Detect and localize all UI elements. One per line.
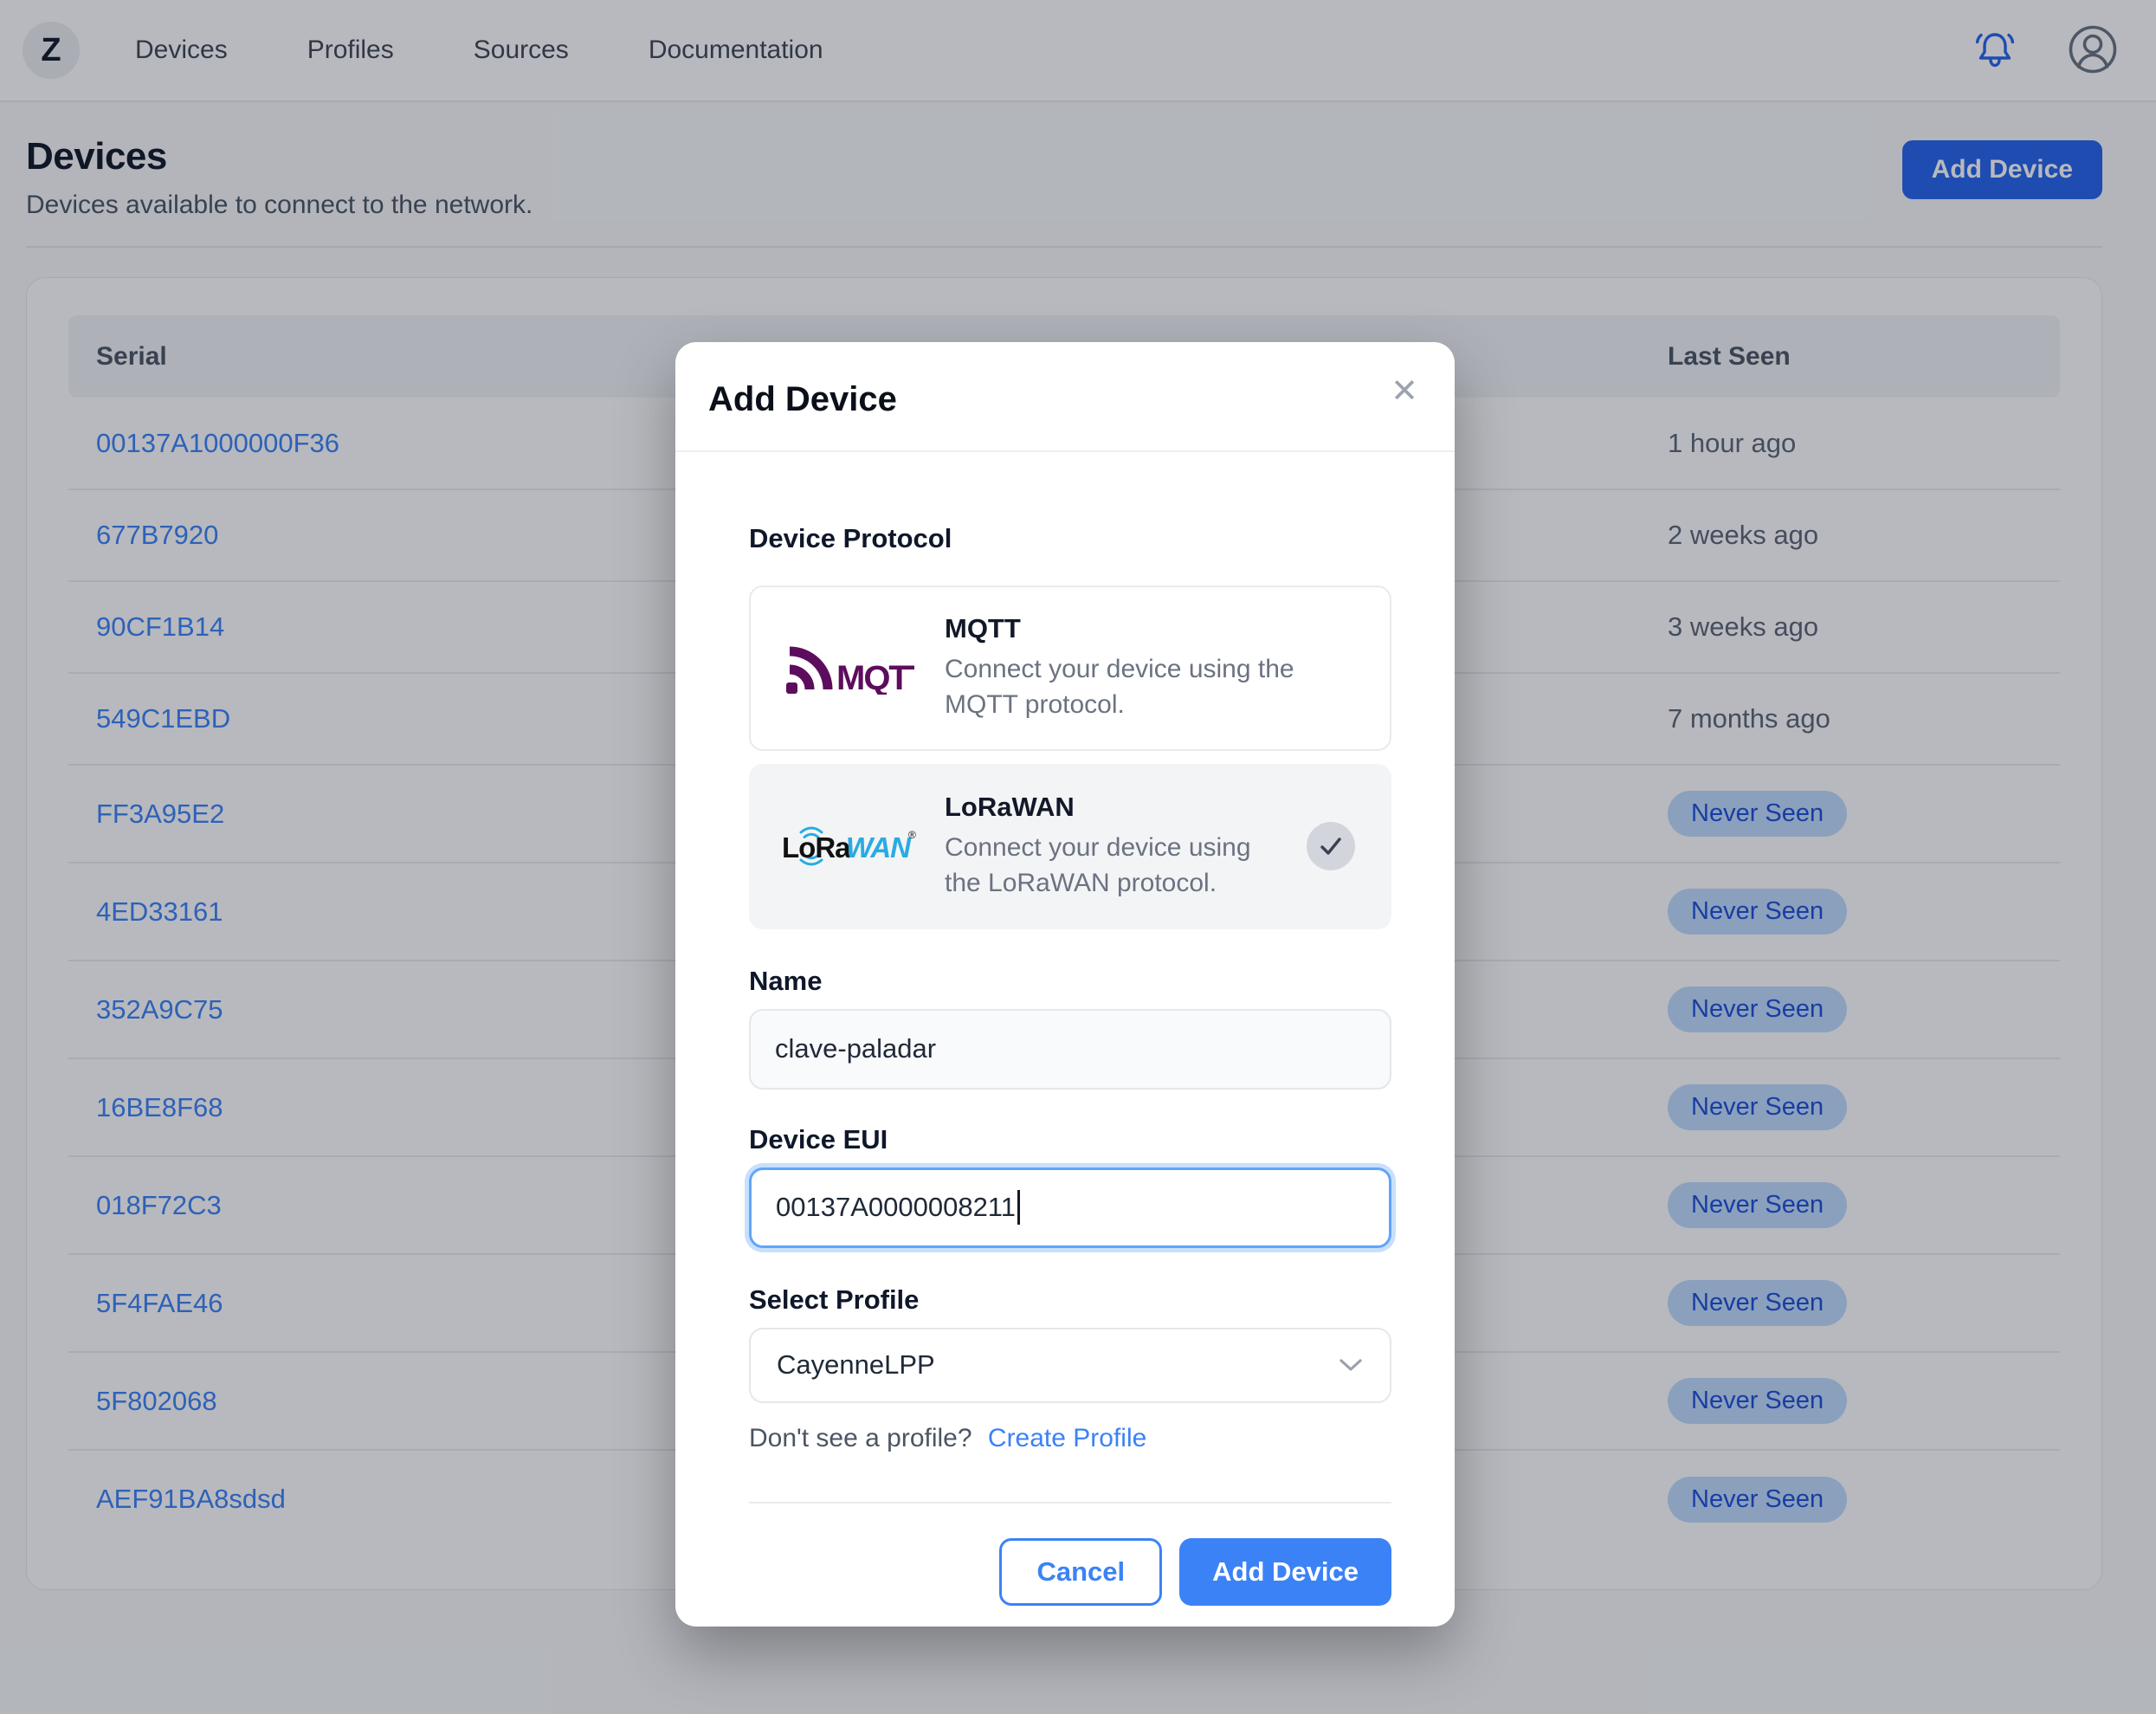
select-profile-label: Select Profile bbox=[749, 1284, 920, 1315]
add-device-modal: Add Device ✕ Device Protocol MQTT MQTT C… bbox=[675, 342, 1455, 1627]
selected-check-icon bbox=[1307, 822, 1355, 871]
cancel-button[interactable]: Cancel bbox=[999, 1537, 1163, 1606]
protocol-option-mqtt[interactable]: MQTT MQTT Connect your device using the … bbox=[749, 585, 1391, 751]
svg-text:LoRa: LoRa bbox=[782, 831, 851, 863]
protocol-name: LoRaWAN bbox=[945, 791, 1075, 822]
lorawan-logo: LoRa WAN ® bbox=[780, 819, 919, 873]
modal-add-device-button[interactable]: Add Device bbox=[1179, 1537, 1391, 1606]
device-protocol-label: Device Protocol bbox=[749, 523, 952, 553]
profile-select[interactable]: CayenneLPP bbox=[749, 1327, 1391, 1403]
name-input[interactable]: clave-paladar bbox=[749, 1008, 1391, 1090]
profile-select-value: CayenneLPP bbox=[777, 1349, 935, 1381]
create-profile-link[interactable]: Create Profile bbox=[988, 1424, 1146, 1452]
svg-text:®: ® bbox=[908, 829, 916, 841]
protocol-description: Connect your device using the LoRaWAN pr… bbox=[945, 832, 1251, 898]
mqtt-logo: MQTT bbox=[780, 641, 919, 695]
profile-helper-text: Don't see a profile? bbox=[749, 1423, 972, 1452]
protocol-option-lorawan[interactable]: LoRa WAN ® LoRaWAN Connect your device u… bbox=[749, 763, 1391, 929]
device-eui-input[interactable]: 00137A0000008211 bbox=[749, 1167, 1391, 1248]
svg-text:MQTT: MQTT bbox=[836, 659, 914, 695]
text-cursor bbox=[1017, 1190, 1020, 1226]
protocol-description: Connect your device using the MQTT proto… bbox=[945, 655, 1294, 720]
close-icon[interactable]: ✕ bbox=[1391, 375, 1418, 408]
modal-title: Add Device bbox=[708, 380, 897, 418]
modal-header: Add Device ✕ bbox=[675, 342, 1455, 452]
chevron-down-icon bbox=[1338, 1349, 1364, 1381]
svg-text:WAN: WAN bbox=[846, 831, 912, 863]
device-eui-input-value: 00137A0000008211 bbox=[776, 1192, 1016, 1223]
protocol-name: MQTT bbox=[945, 613, 1021, 644]
device-eui-label: Device EUI bbox=[749, 1123, 888, 1155]
name-label: Name bbox=[749, 965, 823, 996]
name-input-value: clave-paladar bbox=[775, 1033, 937, 1064]
